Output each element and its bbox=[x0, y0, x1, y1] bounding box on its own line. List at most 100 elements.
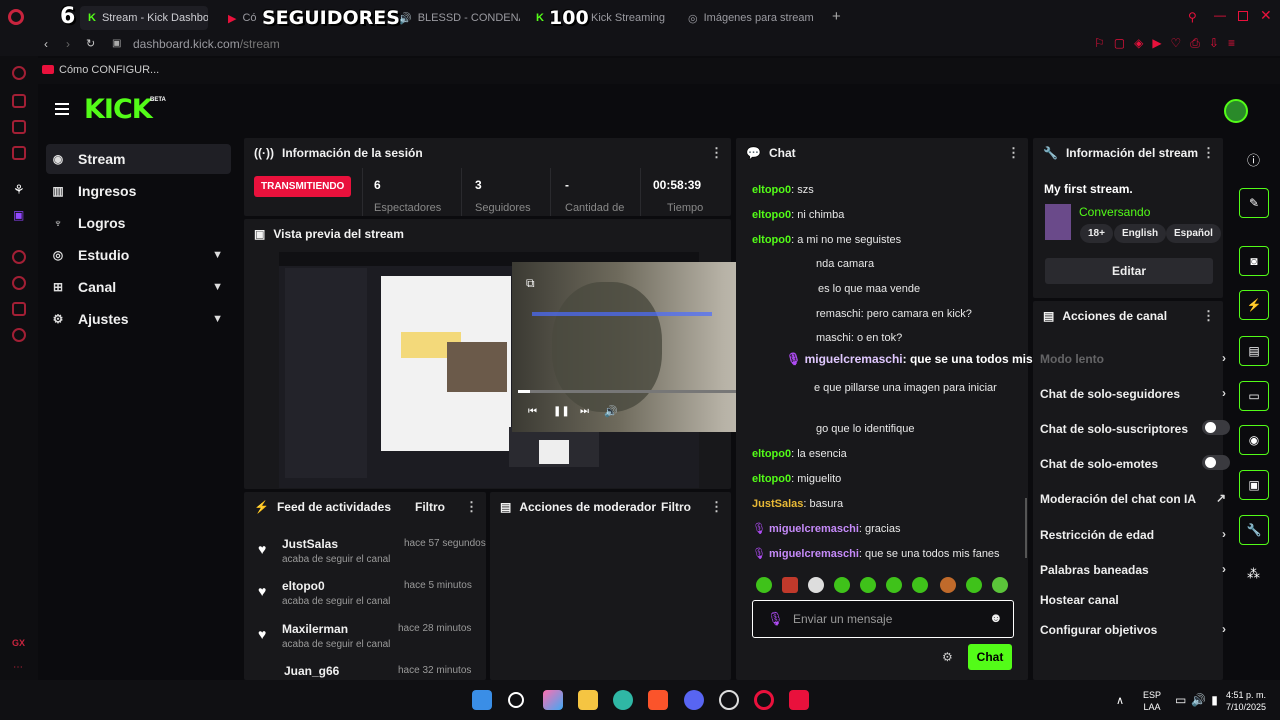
sidebar-item-ajustes[interactable]: ⚙ Ajustes ▼ bbox=[46, 304, 231, 334]
tray-icons[interactable]: ▭🔊▮ bbox=[1175, 693, 1223, 707]
more-options-icon[interactable]: ⋮ bbox=[1202, 145, 1215, 161]
kick-side-icon[interactable]: ⚘ bbox=[13, 182, 25, 198]
windows-start-icon[interactable] bbox=[472, 690, 492, 710]
emote[interactable] bbox=[886, 577, 902, 593]
pip-restore-icon[interactable]: ⧉ bbox=[526, 276, 535, 291]
sidebar-app-icon[interactable] bbox=[12, 250, 26, 264]
action-ai-moderation[interactable]: Moderación del chat con IA ↗ bbox=[1040, 491, 1226, 506]
category-name[interactable]: Conversando bbox=[1079, 205, 1150, 219]
action-slow-mode[interactable]: Modo lento › bbox=[1040, 351, 1226, 366]
sidebar-app-icon[interactable] bbox=[12, 94, 26, 108]
brave-icon[interactable] bbox=[648, 690, 668, 710]
emote[interactable] bbox=[756, 577, 772, 593]
maximize-icon[interactable] bbox=[1238, 11, 1248, 21]
action-host-channel[interactable]: Hostear canal bbox=[1040, 593, 1216, 607]
emote[interactable] bbox=[782, 577, 798, 593]
action-subscribers-only[interactable]: Chat de solo-suscriptores bbox=[1040, 420, 1230, 436]
action-set-goals[interactable]: Configurar objetivos › bbox=[1040, 622, 1226, 637]
more-options-icon[interactable]: ⋮ bbox=[710, 499, 723, 515]
tab-blessd[interactable]: 🔊 BLESSD - CONDENA bbox=[390, 6, 520, 30]
more-icon[interactable]: ⋯ bbox=[13, 662, 23, 673]
emote[interactable] bbox=[808, 577, 824, 593]
emote[interactable] bbox=[912, 577, 928, 593]
minimize-icon[interactable]: — bbox=[1214, 8, 1226, 22]
emote[interactable] bbox=[940, 577, 956, 593]
search-icon[interactable]: ⚲ bbox=[1188, 10, 1197, 24]
copilot-icon[interactable] bbox=[543, 690, 563, 710]
tray-chevron-icon[interactable]: ∧ bbox=[1116, 694, 1124, 707]
more-options-icon[interactable]: ⋮ bbox=[1007, 145, 1020, 161]
volume-icon[interactable]: 🔊 bbox=[604, 405, 618, 418]
send-chat-button[interactable]: Chat bbox=[968, 644, 1012, 670]
sidebar-app-icon[interactable] bbox=[12, 146, 26, 160]
chat-scrollbar[interactable] bbox=[1025, 498, 1027, 558]
emote[interactable] bbox=[860, 577, 876, 593]
chat-icon[interactable]: ▭ bbox=[1239, 381, 1269, 411]
toggle-switch[interactable] bbox=[1202, 455, 1230, 470]
sidebar-app-icon[interactable] bbox=[12, 276, 26, 290]
emote[interactable] bbox=[992, 577, 1008, 593]
hamburger-menu-icon[interactable] bbox=[55, 103, 69, 115]
tab-stream[interactable]: K Stream - Kick Dashbo bbox=[80, 6, 208, 30]
add-widget-icon[interactable]: ⁂ bbox=[1247, 566, 1260, 582]
app-icon[interactable] bbox=[719, 690, 739, 710]
search-icon[interactable] bbox=[508, 692, 524, 708]
action-followers-only[interactable]: Chat de solo-seguidores › bbox=[1040, 386, 1226, 401]
previous-icon[interactable]: ⏮ bbox=[528, 406, 537, 417]
chat-input[interactable]: 🎙 Enviar un mensaje ☻ bbox=[752, 600, 1014, 638]
emoji-icon[interactable]: ☻ bbox=[989, 610, 1003, 625]
url-field[interactable]: dashboard.kick.com/stream bbox=[133, 37, 280, 51]
next-icon[interactable]: ⏭ bbox=[580, 406, 589, 417]
action-emotes-only[interactable]: Chat de solo-emotes bbox=[1040, 455, 1230, 471]
settings-icon[interactable] bbox=[12, 328, 26, 342]
sidebar-item-estudio[interactable]: ◎ Estudio ▼ bbox=[46, 240, 231, 270]
tiktok-icon[interactable] bbox=[789, 690, 809, 710]
more-options-icon[interactable]: ⋮ bbox=[710, 145, 723, 161]
gear-icon[interactable]: ⚙ bbox=[942, 650, 953, 664]
action-banned-words[interactable]: Palabras baneadas › bbox=[1040, 562, 1226, 577]
toggle-switch[interactable] bbox=[1202, 420, 1230, 435]
bookmark-item[interactable]: Cómo CONFIGUR... bbox=[59, 64, 159, 76]
emote[interactable] bbox=[966, 577, 982, 593]
discord-icon[interactable] bbox=[684, 690, 704, 710]
more-options-icon[interactable]: ⋮ bbox=[465, 499, 478, 515]
extensions-icons[interactable]: ⚐▢◈▶♡⎙⇩≡ bbox=[1094, 36, 1244, 51]
wrench-icon[interactable]: 🔧 bbox=[1239, 515, 1269, 545]
back-icon[interactable]: ‹ bbox=[44, 37, 48, 51]
document-icon[interactable]: ▤ bbox=[1239, 336, 1269, 366]
camera-icon[interactable]: ◙ bbox=[1239, 246, 1269, 276]
more-options-icon[interactable]: ⋮ bbox=[1202, 308, 1215, 324]
pause-icon[interactable]: ❚❚ bbox=[553, 406, 570, 417]
lightning-icon[interactable]: ⚡ bbox=[1239, 290, 1269, 320]
sidebar-item-logros[interactable]: ♆ Logros bbox=[46, 208, 231, 238]
opera-gx-icon[interactable] bbox=[754, 690, 774, 710]
kick-logo[interactable]: KICK bbox=[84, 94, 153, 125]
avatar[interactable] bbox=[1224, 99, 1248, 123]
sidebar-app-icon[interactable] bbox=[12, 66, 26, 80]
close-icon[interactable]: ✕ bbox=[1260, 7, 1272, 24]
video-icon[interactable]: ▣ bbox=[1239, 470, 1269, 500]
sidebar-app-icon[interactable] bbox=[12, 120, 26, 134]
clock[interactable]: 4:51 p. m. 7/10/2025 bbox=[1220, 689, 1266, 713]
info-icon[interactable]: ⓘ bbox=[1247, 150, 1260, 169]
forward-icon[interactable]: › bbox=[66, 37, 70, 51]
file-explorer-icon[interactable] bbox=[578, 690, 598, 710]
emote[interactable] bbox=[834, 577, 850, 593]
sidebar-item-canal[interactable]: ⊞ Canal ▼ bbox=[46, 272, 231, 302]
tab-imagenes[interactable]: ◎ Imágenes para stream bbox=[680, 6, 820, 30]
edit-button[interactable]: Editar bbox=[1045, 258, 1213, 284]
sidebar-item-ingresos[interactable]: ▥ Ingresos bbox=[46, 176, 231, 206]
edge-icon[interactable] bbox=[613, 690, 633, 710]
twitch-icon[interactable]: ▣ bbox=[13, 208, 24, 222]
reload-icon[interactable]: ↻ bbox=[86, 37, 95, 50]
sidebar-app-icon[interactable] bbox=[12, 302, 26, 316]
action-age-restriction[interactable]: Restricción de edad › bbox=[1040, 527, 1226, 542]
sidebar-item-stream[interactable]: ◉ Stream bbox=[46, 144, 231, 174]
filter-button[interactable]: Filtro bbox=[415, 500, 445, 514]
opera-logo-icon[interactable] bbox=[8, 9, 24, 25]
new-tab-icon[interactable]: + bbox=[832, 8, 841, 25]
language-indicator[interactable]: ESP LAA bbox=[1143, 689, 1161, 713]
broadcast-icon[interactable]: ◉ bbox=[1239, 425, 1269, 455]
filter-button[interactable]: Filtro bbox=[661, 500, 691, 514]
edit-pen-icon[interactable]: ✎ bbox=[1239, 188, 1269, 218]
